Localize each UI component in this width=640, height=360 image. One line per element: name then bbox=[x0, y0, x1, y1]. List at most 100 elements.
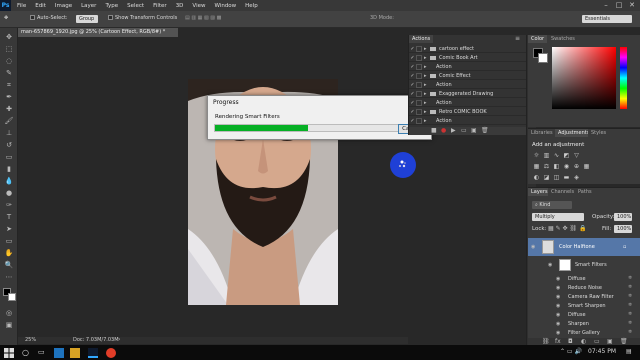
smart-filter-row[interactable]: ◉ Filter Gallery ≑ bbox=[528, 329, 640, 337]
blending-options-icon[interactable]: ≑ bbox=[628, 302, 632, 308]
actions-tab[interactable]: Actions bbox=[409, 35, 434, 43]
blending-options-icon[interactable]: ≑ bbox=[628, 293, 632, 299]
stamp-tool-icon[interactable]: ⊥ bbox=[4, 128, 14, 138]
menu-image[interactable]: Image bbox=[55, 3, 72, 9]
black-white-icon[interactable]: ◧ bbox=[553, 163, 560, 170]
dialog-toggle-box[interactable] bbox=[416, 117, 422, 124]
status-arrow-icon[interactable]: › bbox=[118, 336, 120, 343]
healing-tool-icon[interactable]: ✚ bbox=[4, 104, 14, 114]
zoom-level[interactable]: 25% bbox=[25, 337, 36, 343]
smart-filter-row[interactable]: ◉ Camera Raw Filter ≑ bbox=[528, 293, 640, 301]
exposure-icon[interactable]: ◩ bbox=[563, 152, 570, 159]
vibrance-icon[interactable]: ▽ bbox=[573, 152, 580, 159]
dialog-toggle-box[interactable] bbox=[416, 99, 422, 106]
eye-icon[interactable]: ◉ bbox=[556, 312, 562, 318]
styles-tab[interactable]: Styles bbox=[588, 129, 610, 137]
checkmark-icon[interactable]: ✓ bbox=[409, 91, 416, 97]
new-layer-icon[interactable]: ▣ bbox=[607, 338, 613, 345]
link-icon[interactable]: ⛓ bbox=[542, 338, 550, 345]
opera-icon[interactable] bbox=[106, 348, 116, 358]
type-tool-icon[interactable]: T bbox=[4, 212, 14, 222]
blending-options-icon[interactable]: ≑ bbox=[628, 284, 632, 290]
dialog-toggle-box[interactable] bbox=[416, 72, 422, 79]
dialog-toggle-box[interactable] bbox=[416, 90, 422, 97]
eye-icon[interactable]: ◉ bbox=[556, 330, 562, 336]
expand-arrow-icon[interactable]: ▸ bbox=[424, 82, 436, 88]
background-color-swatch[interactable] bbox=[8, 293, 16, 301]
fill-field[interactable]: 100% bbox=[614, 225, 632, 233]
background-swatch[interactable] bbox=[538, 53, 548, 63]
shape-tool-icon[interactable]: ▭ bbox=[4, 236, 14, 246]
search-icon[interactable]: ○ bbox=[22, 348, 32, 358]
panel-menu-icon[interactable]: ≡ bbox=[515, 35, 520, 42]
action-set-row[interactable]: ✓ ▸ Comic Effect bbox=[409, 72, 527, 80]
dodge-tool-icon[interactable]: ● bbox=[4, 188, 14, 198]
record-icon[interactable]: ● bbox=[441, 127, 446, 134]
checkmark-icon[interactable]: ✓ bbox=[409, 46, 416, 52]
curves-icon[interactable]: ∿ bbox=[553, 152, 560, 159]
blending-options-icon[interactable]: ≑ bbox=[628, 320, 632, 326]
menu-type[interactable]: Type bbox=[105, 3, 118, 9]
menu-layer[interactable]: Layer bbox=[81, 3, 96, 9]
posterize-icon[interactable]: ◪ bbox=[543, 174, 550, 181]
adjustments-tab[interactable]: Adjustments bbox=[555, 129, 593, 137]
action-set-row[interactable]: ✓ ▸ Exaggerated Drawing bbox=[409, 90, 527, 98]
file-explorer-icon[interactable] bbox=[70, 348, 80, 358]
menu-file[interactable]: File bbox=[17, 3, 26, 9]
auto-select-checkbox[interactable]: Auto-Select: bbox=[30, 15, 68, 21]
new-action-icon[interactable]: ▣ bbox=[471, 127, 477, 134]
edge-icon[interactable] bbox=[54, 348, 64, 358]
threshold-icon[interactable]: ◫ bbox=[553, 174, 560, 181]
stop-icon[interactable]: ■ bbox=[431, 127, 437, 134]
document-tab[interactable]: man-657869_1920.jpg @ 25% (Cartoon Effec… bbox=[18, 28, 178, 37]
layer-row-color-halftone[interactable]: ◉ Color Halftone ▫ bbox=[528, 238, 640, 256]
swatches-tab[interactable]: Swatches bbox=[548, 35, 578, 43]
crop-tool-icon[interactable]: ⌗ bbox=[4, 80, 14, 90]
checkmark-icon[interactable]: ✓ bbox=[409, 100, 416, 106]
photo-filter-icon[interactable]: ◉ bbox=[563, 163, 570, 170]
pen-tool-icon[interactable]: ✑ bbox=[4, 200, 14, 210]
action-set-row[interactable]: ✓ ▸ Retro COMIC BOOK bbox=[409, 108, 527, 116]
blending-options-icon[interactable]: ≑ bbox=[628, 311, 632, 317]
smart-filter-row[interactable]: ◉ Smart Sharpen ≑ bbox=[528, 302, 640, 310]
auto-select-dropdown[interactable]: Group bbox=[76, 15, 98, 23]
fx-icon[interactable]: fx bbox=[555, 338, 561, 345]
menu-view[interactable]: View bbox=[192, 3, 205, 9]
minimize-icon[interactable]: – bbox=[600, 0, 612, 11]
blur-tool-icon[interactable]: 💧 bbox=[4, 176, 14, 186]
opacity-field[interactable]: 100% bbox=[614, 213, 632, 221]
move-tool-icon[interactable]: ✥ bbox=[4, 32, 14, 42]
eye-icon[interactable]: ◉ bbox=[531, 244, 537, 250]
adjustment-layer-icon[interactable]: ◐ bbox=[581, 338, 586, 345]
channels-tab[interactable]: Channels bbox=[548, 188, 578, 196]
lock-icons[interactable]: ▦ ✎ ✥ ⛓ 🔒 bbox=[548, 225, 586, 232]
expand-arrow-icon[interactable]: ▸ bbox=[424, 100, 436, 106]
marquee-tool-icon[interactable]: ⬚ bbox=[4, 44, 14, 54]
menu-window[interactable]: Window bbox=[214, 3, 236, 9]
tray-icons[interactable]: ⌃ ▭ 🔊 bbox=[560, 348, 582, 355]
checkmark-icon[interactable]: ✓ bbox=[409, 64, 416, 70]
libraries-tab[interactable]: Libraries bbox=[528, 129, 556, 137]
hand-tool-icon[interactable]: ✋ bbox=[4, 248, 14, 258]
action-row[interactable]: ✓ ▸ Action bbox=[409, 81, 527, 89]
dialog-toggle-box[interactable] bbox=[416, 45, 422, 52]
screen-mode-icon[interactable]: ▣ bbox=[4, 320, 14, 330]
menu-3d[interactable]: 3D bbox=[176, 3, 184, 9]
maximize-icon[interactable]: □ bbox=[613, 0, 625, 11]
menu-filter[interactable]: Filter bbox=[153, 3, 167, 9]
workspace-dropdown[interactable]: Essentials bbox=[582, 15, 632, 23]
brightness-icon[interactable]: ☼ bbox=[533, 152, 540, 159]
menu-help[interactable]: Help bbox=[245, 3, 258, 9]
color-lookup-icon[interactable]: ▦ bbox=[583, 163, 590, 170]
levels-icon[interactable]: ▥ bbox=[543, 152, 550, 159]
group-icon[interactable]: ▭ bbox=[594, 338, 600, 345]
action-set-row[interactable]: ✓ ▸ Comic Book Art bbox=[409, 54, 527, 62]
color-balance-icon[interactable]: ⚖ bbox=[543, 163, 550, 170]
mask-icon[interactable]: ◘ bbox=[568, 338, 573, 345]
more-tools-icon[interactable]: ⋯ bbox=[4, 272, 14, 282]
dialog-toggle-box[interactable] bbox=[416, 108, 422, 115]
smart-filters-row[interactable]: ◉ Smart Filters bbox=[528, 258, 640, 272]
show-transform-checkbox[interactable]: Show Transform Controls bbox=[108, 15, 177, 21]
kind-filter-dropdown[interactable]: ⌕ Kind bbox=[532, 201, 572, 209]
color-picker-field[interactable] bbox=[552, 47, 616, 109]
